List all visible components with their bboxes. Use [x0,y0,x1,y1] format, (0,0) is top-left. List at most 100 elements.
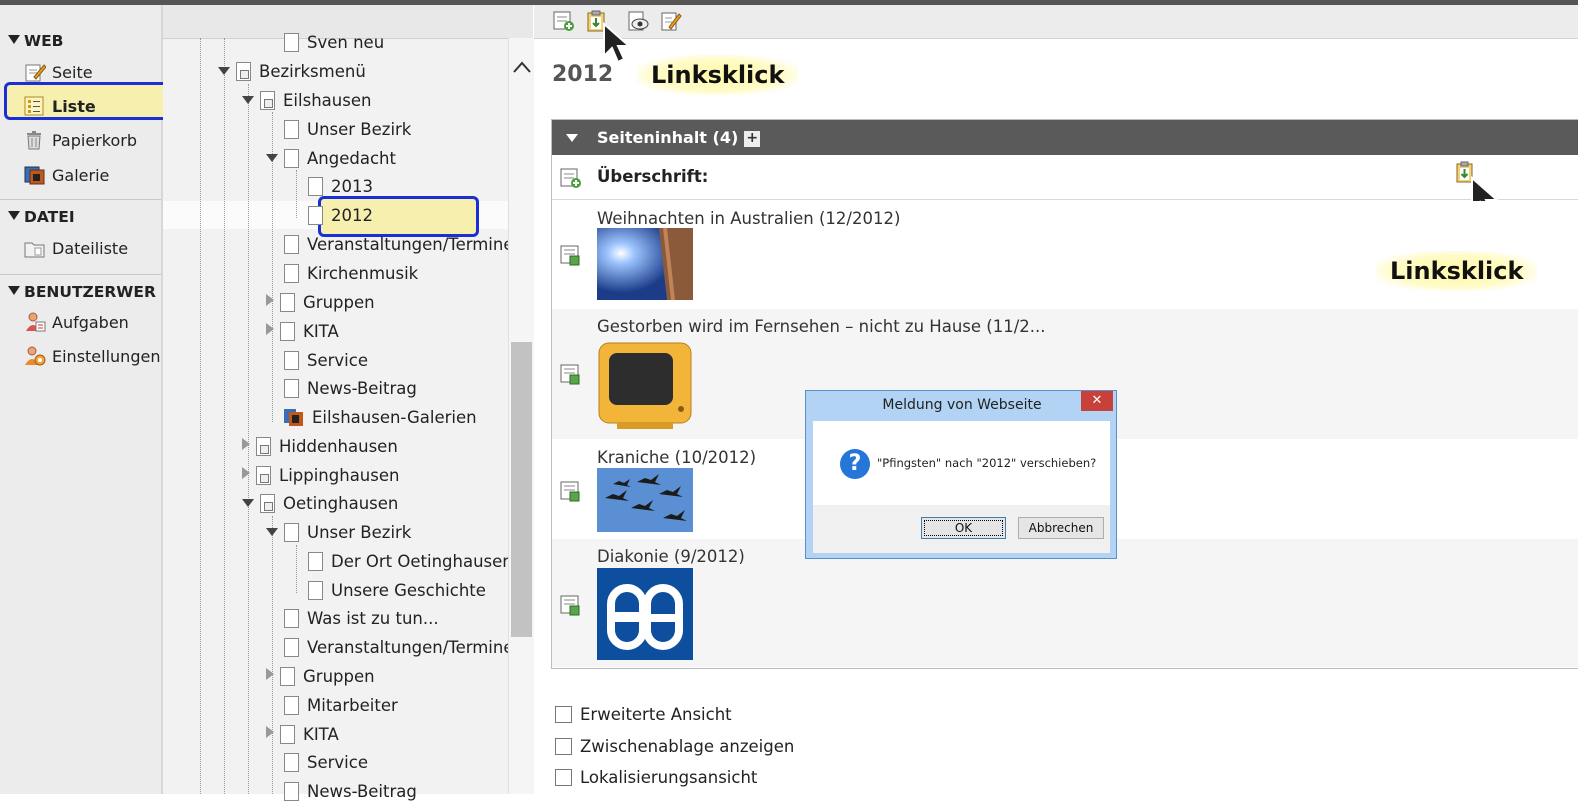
tree-node[interactable]: Service [284,346,368,375]
module-item-papierkorb[interactable]: Papierkorb [24,128,137,154]
tree-node[interactable]: KITA [266,317,339,346]
dialog-close-button[interactable]: ✕ [1081,391,1113,411]
record-title[interactable]: Kraniche (10/2012) [597,448,756,467]
group-label: WEB [24,32,64,50]
tree-node[interactable]: Bezirksmenü [218,57,366,86]
tree-node[interactable]: Eilshausen [242,86,371,115]
tree-node-2012[interactable]: 2012 [308,201,373,230]
module-item-einstellungen[interactable]: Einstellungen [24,344,160,370]
tree-node[interactable]: Kirchenmusik [284,259,418,288]
module-item-dateiliste[interactable]: Dateiliste [24,236,128,262]
new-record-icon[interactable] [553,10,575,32]
page-icon [284,351,299,370]
tree-line [296,545,297,593]
record-title[interactable]: Gestorben wird im Fernsehen – nicht zu H… [597,317,1046,336]
tree-node[interactable]: Angedacht [266,144,396,173]
shortcut-page-icon [236,62,251,81]
expand-toggle-icon[interactable] [266,323,274,335]
record-type-icon[interactable] [560,480,582,502]
tree-node[interactable]: Service [284,748,368,777]
tree-node[interactable]: Unser Bezirk [266,518,411,547]
confirm-dialog: Meldung von Webseite ✕ ? "Pfingsten" nac… [805,390,1117,559]
expand-toggle-icon[interactable] [266,528,278,536]
module-group-datei[interactable]: DATEI [8,208,75,226]
tree-node[interactable]: Veranstaltungen/Termine [284,230,508,259]
new-content-icon[interactable] [560,167,582,189]
tree-node[interactable]: Hiddenhausen [242,432,398,461]
shortcut-page-icon [256,466,271,485]
tree-node[interactable]: Unser Bezirk [284,115,411,144]
expand-toggle-icon[interactable] [242,438,250,450]
module-item-seite[interactable]: Seite [24,60,93,86]
option-label: Lokalisierungsansicht [580,768,758,787]
tree-node[interactable]: Oetinghausen [242,489,398,518]
expand-toggle-icon[interactable] [242,467,250,479]
record-title[interactable]: Diakonie (9/2012) [597,547,745,566]
module-group-benutzer[interactable]: BENUTZERWER [8,283,156,301]
tree-node[interactable]: Mitarbeiter [284,691,398,720]
tree-node[interactable]: News-Beitrag [284,777,508,806]
tree-node[interactable]: Was ist zu tun... [284,604,439,633]
record-title[interactable]: Weihnachten in Australien (12/2012) [597,209,900,228]
gallery-folder-icon [284,409,303,426]
expand-toggle-icon[interactable] [218,67,230,75]
dialog-message: "Pfingsten" nach "2012" verschieben? [877,456,1097,470]
option-show-clipboard[interactable]: Zwischenablage anzeigen [555,736,794,758]
expand-toggle-icon[interactable] [266,154,278,162]
module-item-aufgaben[interactable]: Aufgaben [24,310,129,336]
option-localization-view[interactable]: Lokalisierungsansicht [555,767,757,789]
tree-node[interactable]: Der Ort Oetinghausen [308,547,508,576]
item-label: Aufgaben [52,313,129,332]
cancel-button[interactable]: Abbrechen [1018,517,1104,539]
checkbox[interactable] [555,706,572,723]
module-item-liste[interactable]: Liste [24,94,96,120]
node-label: Unser Bezirk [307,523,412,542]
edit-page-icon[interactable] [660,10,682,32]
tree-node[interactable]: 2013 [308,172,373,201]
checkbox[interactable] [555,769,572,786]
page-icon [284,379,299,398]
node-label: Oetinghausen [283,494,399,513]
menu-separator [0,199,161,200]
node-label: Veranstaltungen/Termine [307,638,508,657]
page-icon [280,725,295,744]
tree-node[interactable]: Gruppen [266,288,375,317]
module-item-galerie[interactable]: Galerie [24,163,109,189]
node-label: Mitarbeiter [307,696,398,715]
expand-toggle-icon[interactable] [242,499,254,507]
node-label: Der Ort Oetinghausen [331,552,508,571]
page-icon [284,753,299,772]
page-icon [284,782,299,801]
tree-node[interactable]: KITA [266,720,339,749]
menu-separator [0,274,161,275]
page-icon [308,177,323,196]
record-type-icon[interactable] [560,363,582,385]
tree-node[interactable]: Sven neu [284,28,384,57]
gallery-icon [24,166,45,185]
ok-button[interactable]: OK [921,517,1006,539]
record-type-icon[interactable] [560,244,582,266]
tree-node[interactable]: Unsere Geschichte [308,576,486,605]
option-extended-view[interactable]: Erweiterte Ansicht [555,704,732,726]
checkbox[interactable] [555,738,572,755]
tree-node[interactable]: Eilshausen-Galerien [284,403,477,432]
expand-toggle-icon[interactable] [242,96,254,104]
expand-toggle-icon[interactable] [266,726,274,738]
add-content-icon[interactable]: + [744,131,761,147]
folder-icon [24,242,45,258]
tree-scrollbar-thumb[interactable] [511,342,532,637]
expand-toggle-icon[interactable] [266,294,274,306]
tree-node[interactable]: Gruppen [266,662,375,691]
collapse-icon[interactable] [566,134,578,142]
module-group-web[interactable]: WEB [8,32,64,50]
node-label: Angedacht [307,149,396,168]
expand-toggle-icon[interactable] [266,668,274,680]
record-type-icon[interactable] [560,594,582,616]
tree-node[interactable]: Lippinghausen [242,461,399,490]
scroll-up-icon[interactable] [512,60,532,74]
content-toolbar [534,5,1578,39]
tree-node[interactable]: News-Beitrag [284,374,417,403]
tree-node[interactable]: Veranstaltungen/Termine [284,633,508,662]
question-icon: ? [840,449,870,479]
section-header[interactable]: Seiteninhalt (4) + [552,120,1578,155]
